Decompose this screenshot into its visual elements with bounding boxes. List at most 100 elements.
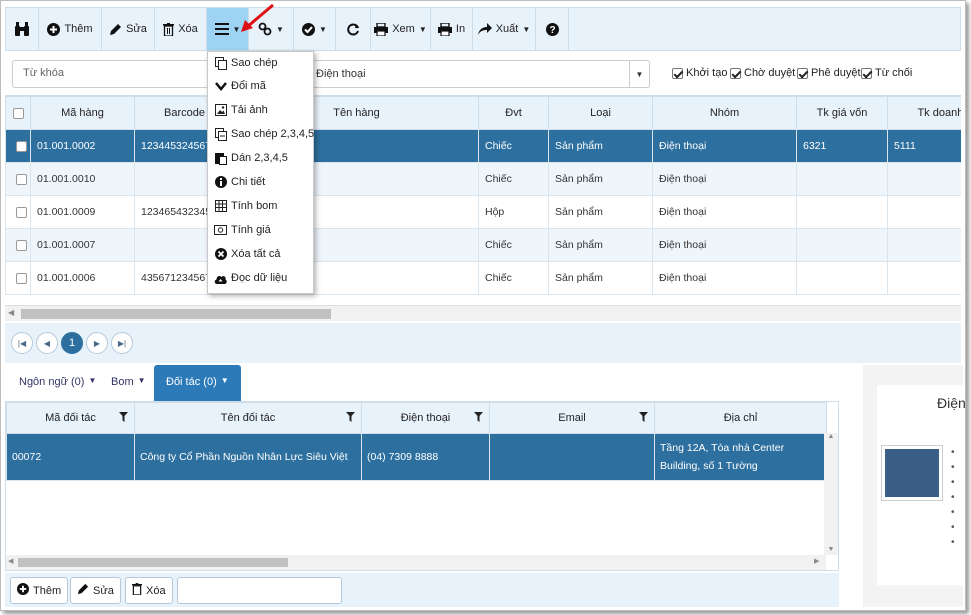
grid-horizontal-scrollbar[interactable]: ◀ — [5, 305, 961, 321]
status-checkbox-approved[interactable]: Phê duyệt — [797, 67, 861, 79]
status-checkbox-pending[interactable]: Chờ duyệt — [730, 67, 795, 79]
product-image[interactable] — [881, 445, 943, 501]
next-page-icon[interactable]: ▶ — [86, 332, 108, 354]
view-button[interactable]: Xem ▼ — [371, 8, 431, 50]
delete-label: Xóa — [178, 23, 198, 35]
partner-add-button[interactable]: Thêm — [10, 577, 69, 604]
refresh-button[interactable] — [336, 8, 371, 50]
filter-icon[interactable] — [474, 412, 483, 422]
scrollbar-thumb[interactable] — [18, 558, 288, 567]
status-checkbox-rejected[interactable]: Từ chối — [861, 67, 912, 79]
bullet-icon: • — [951, 537, 955, 548]
partner-search-input[interactable] — [177, 577, 342, 604]
help-button[interactable]: ? — [536, 8, 569, 50]
table-row[interactable]: 01.001.00107 128 gbChiếcSản phẩmĐiện tho… — [5, 162, 961, 196]
table-cell: 01.001.0002 — [30, 129, 135, 163]
current-page-button[interactable]: 1 — [61, 332, 83, 354]
menu-item-delete-all[interactable]: Xóa tất cả — [214, 243, 281, 265]
menu-item-copy[interactable]: Sao chép — [214, 52, 277, 74]
checkbox[interactable] — [861, 67, 872, 79]
scroll-right-icon[interactable]: ▶ — [814, 557, 819, 565]
pencil-icon — [77, 583, 89, 598]
scrollbar-thumb[interactable] — [21, 309, 331, 319]
keyword-input[interactable]: Từ khóa — [12, 60, 212, 88]
table-row[interactable]: 01.001.0007maChiếcSản phẩmĐiện thoại — [5, 228, 961, 262]
filter-icon[interactable] — [346, 412, 355, 422]
select-all-checkbox[interactable] — [12, 107, 24, 119]
print-button[interactable]: In — [431, 8, 473, 50]
scroll-left-icon[interactable]: ◀ — [8, 308, 14, 317]
column-header-label: Mã đối tác — [45, 412, 96, 424]
scroll-left-icon[interactable]: ◀ — [8, 557, 13, 565]
table-cell: Sản phẩm — [548, 162, 653, 196]
row-checkbox[interactable] — [15, 140, 27, 152]
column-header[interactable]: Tk doanh th — [887, 96, 961, 130]
row-checkbox[interactable] — [15, 239, 27, 251]
first-page-icon[interactable]: |◀ — [11, 332, 33, 354]
printer-icon — [374, 22, 389, 36]
menu-item-copy-2345[interactable]: Sao chép 2,3,4,5 — [214, 123, 314, 145]
find-button[interactable] — [6, 8, 39, 50]
approve-button[interactable]: ▼ — [294, 8, 336, 50]
plus-circle-icon — [17, 583, 29, 598]
bullet-icon: • — [951, 447, 955, 458]
column-header[interactable]: Email — [489, 402, 655, 434]
column-header[interactable]: Loại — [548, 96, 653, 130]
checkbox[interactable] — [730, 67, 741, 79]
group-select[interactable]: Điện thoại ▼ — [310, 60, 650, 88]
column-header[interactable]: Tên đối tác — [134, 402, 362, 434]
column-header[interactable]: Tk giá vốn — [796, 96, 888, 130]
edit-button[interactable]: Sửa — [102, 8, 155, 50]
add-button[interactable]: Thêm — [39, 8, 102, 50]
money-icon — [214, 224, 227, 237]
column-header[interactable]: Địa chỉ — [654, 402, 827, 434]
row-checkbox-cell[interactable] — [5, 261, 31, 295]
column-header[interactable]: Mã hàng — [30, 96, 135, 130]
column-header[interactable]: Nhóm — [652, 96, 797, 130]
table-cell: Sản phẩm — [548, 228, 653, 262]
select-all-cell[interactable] — [5, 96, 31, 130]
partner-edit-button[interactable]: Sửa — [70, 577, 121, 604]
menu-item-read-data[interactable]: Đọc dữ liệu — [214, 267, 287, 289]
prev-page-icon[interactable]: ◀ — [36, 332, 58, 354]
table-row[interactable]: 01.001.00091234654323456ng Galaxy S4HộpS… — [5, 195, 961, 229]
row-checkbox[interactable] — [15, 272, 27, 284]
scroll-down-icon[interactable]: ▼ — [824, 546, 838, 553]
last-page-icon[interactable]: ▶| — [111, 332, 133, 354]
menu-item-details[interactable]: Chi tiết — [214, 171, 265, 193]
delete-button[interactable]: Xóa — [155, 8, 207, 50]
checkbox[interactable] — [672, 67, 683, 79]
menu-item-calc-price[interactable]: Tính giá — [214, 219, 271, 241]
checkbox[interactable] — [797, 67, 808, 79]
filter-icon[interactable] — [119, 412, 128, 422]
row-checkbox[interactable] — [15, 206, 27, 218]
row-checkbox-cell[interactable] — [5, 162, 31, 196]
export-button[interactable]: Xuất ▼ — [473, 8, 536, 50]
table-row[interactable]: 00072 Công ty Cổ Phần Nguồn Nhân Lực Siê… — [6, 433, 827, 481]
menu-item-calc-bom[interactable]: Tính bom — [214, 195, 277, 217]
tab-bom[interactable]: Bom ▼ — [111, 376, 146, 388]
menu-item-upload-image[interactable]: Tải ảnh — [214, 99, 268, 121]
column-header[interactable]: Đvt — [478, 96, 549, 130]
caret-down-icon[interactable]: ▼ — [629, 61, 649, 87]
menu-item-paste-2345[interactable]: Dán 2,3,4,5 — [214, 147, 288, 169]
row-checkbox-cell[interactable] — [5, 195, 31, 229]
tab-partner[interactable]: Đối tác (0) ▼ — [154, 365, 241, 401]
filter-icon[interactable] — [639, 412, 648, 422]
table-row[interactable]: 01.001.000643567123456785ChiếcSản phẩmĐi… — [5, 261, 961, 295]
row-checkbox[interactable] — [15, 173, 27, 185]
status-checkbox-initial[interactable]: Khởi tạo — [672, 67, 727, 79]
partner-vertical-scrollbar[interactable]: ▲ ▼ — [824, 433, 838, 555]
scroll-up-icon[interactable]: ▲ — [824, 433, 838, 440]
menu-item-change-code[interactable]: Đổi mã — [214, 75, 266, 97]
partner-horizontal-scrollbar[interactable]: ◀ ▶ — [6, 555, 826, 570]
table-row[interactable]: 01.001.000212344532456766ChiếcSản phẩmĐi… — [5, 129, 961, 163]
row-checkbox-cell[interactable] — [5, 228, 31, 262]
menu-lines-icon — [214, 23, 229, 35]
column-header[interactable]: Điện thoại — [361, 402, 490, 434]
row-checkbox-cell[interactable] — [5, 129, 31, 163]
column-header[interactable]: Mã đối tác — [6, 402, 135, 434]
tab-language[interactable]: Ngôn ngữ (0) ▼ — [19, 376, 96, 388]
partner-delete-button[interactable]: Xóa — [125, 577, 173, 604]
chevron-down-icon — [214, 80, 227, 93]
